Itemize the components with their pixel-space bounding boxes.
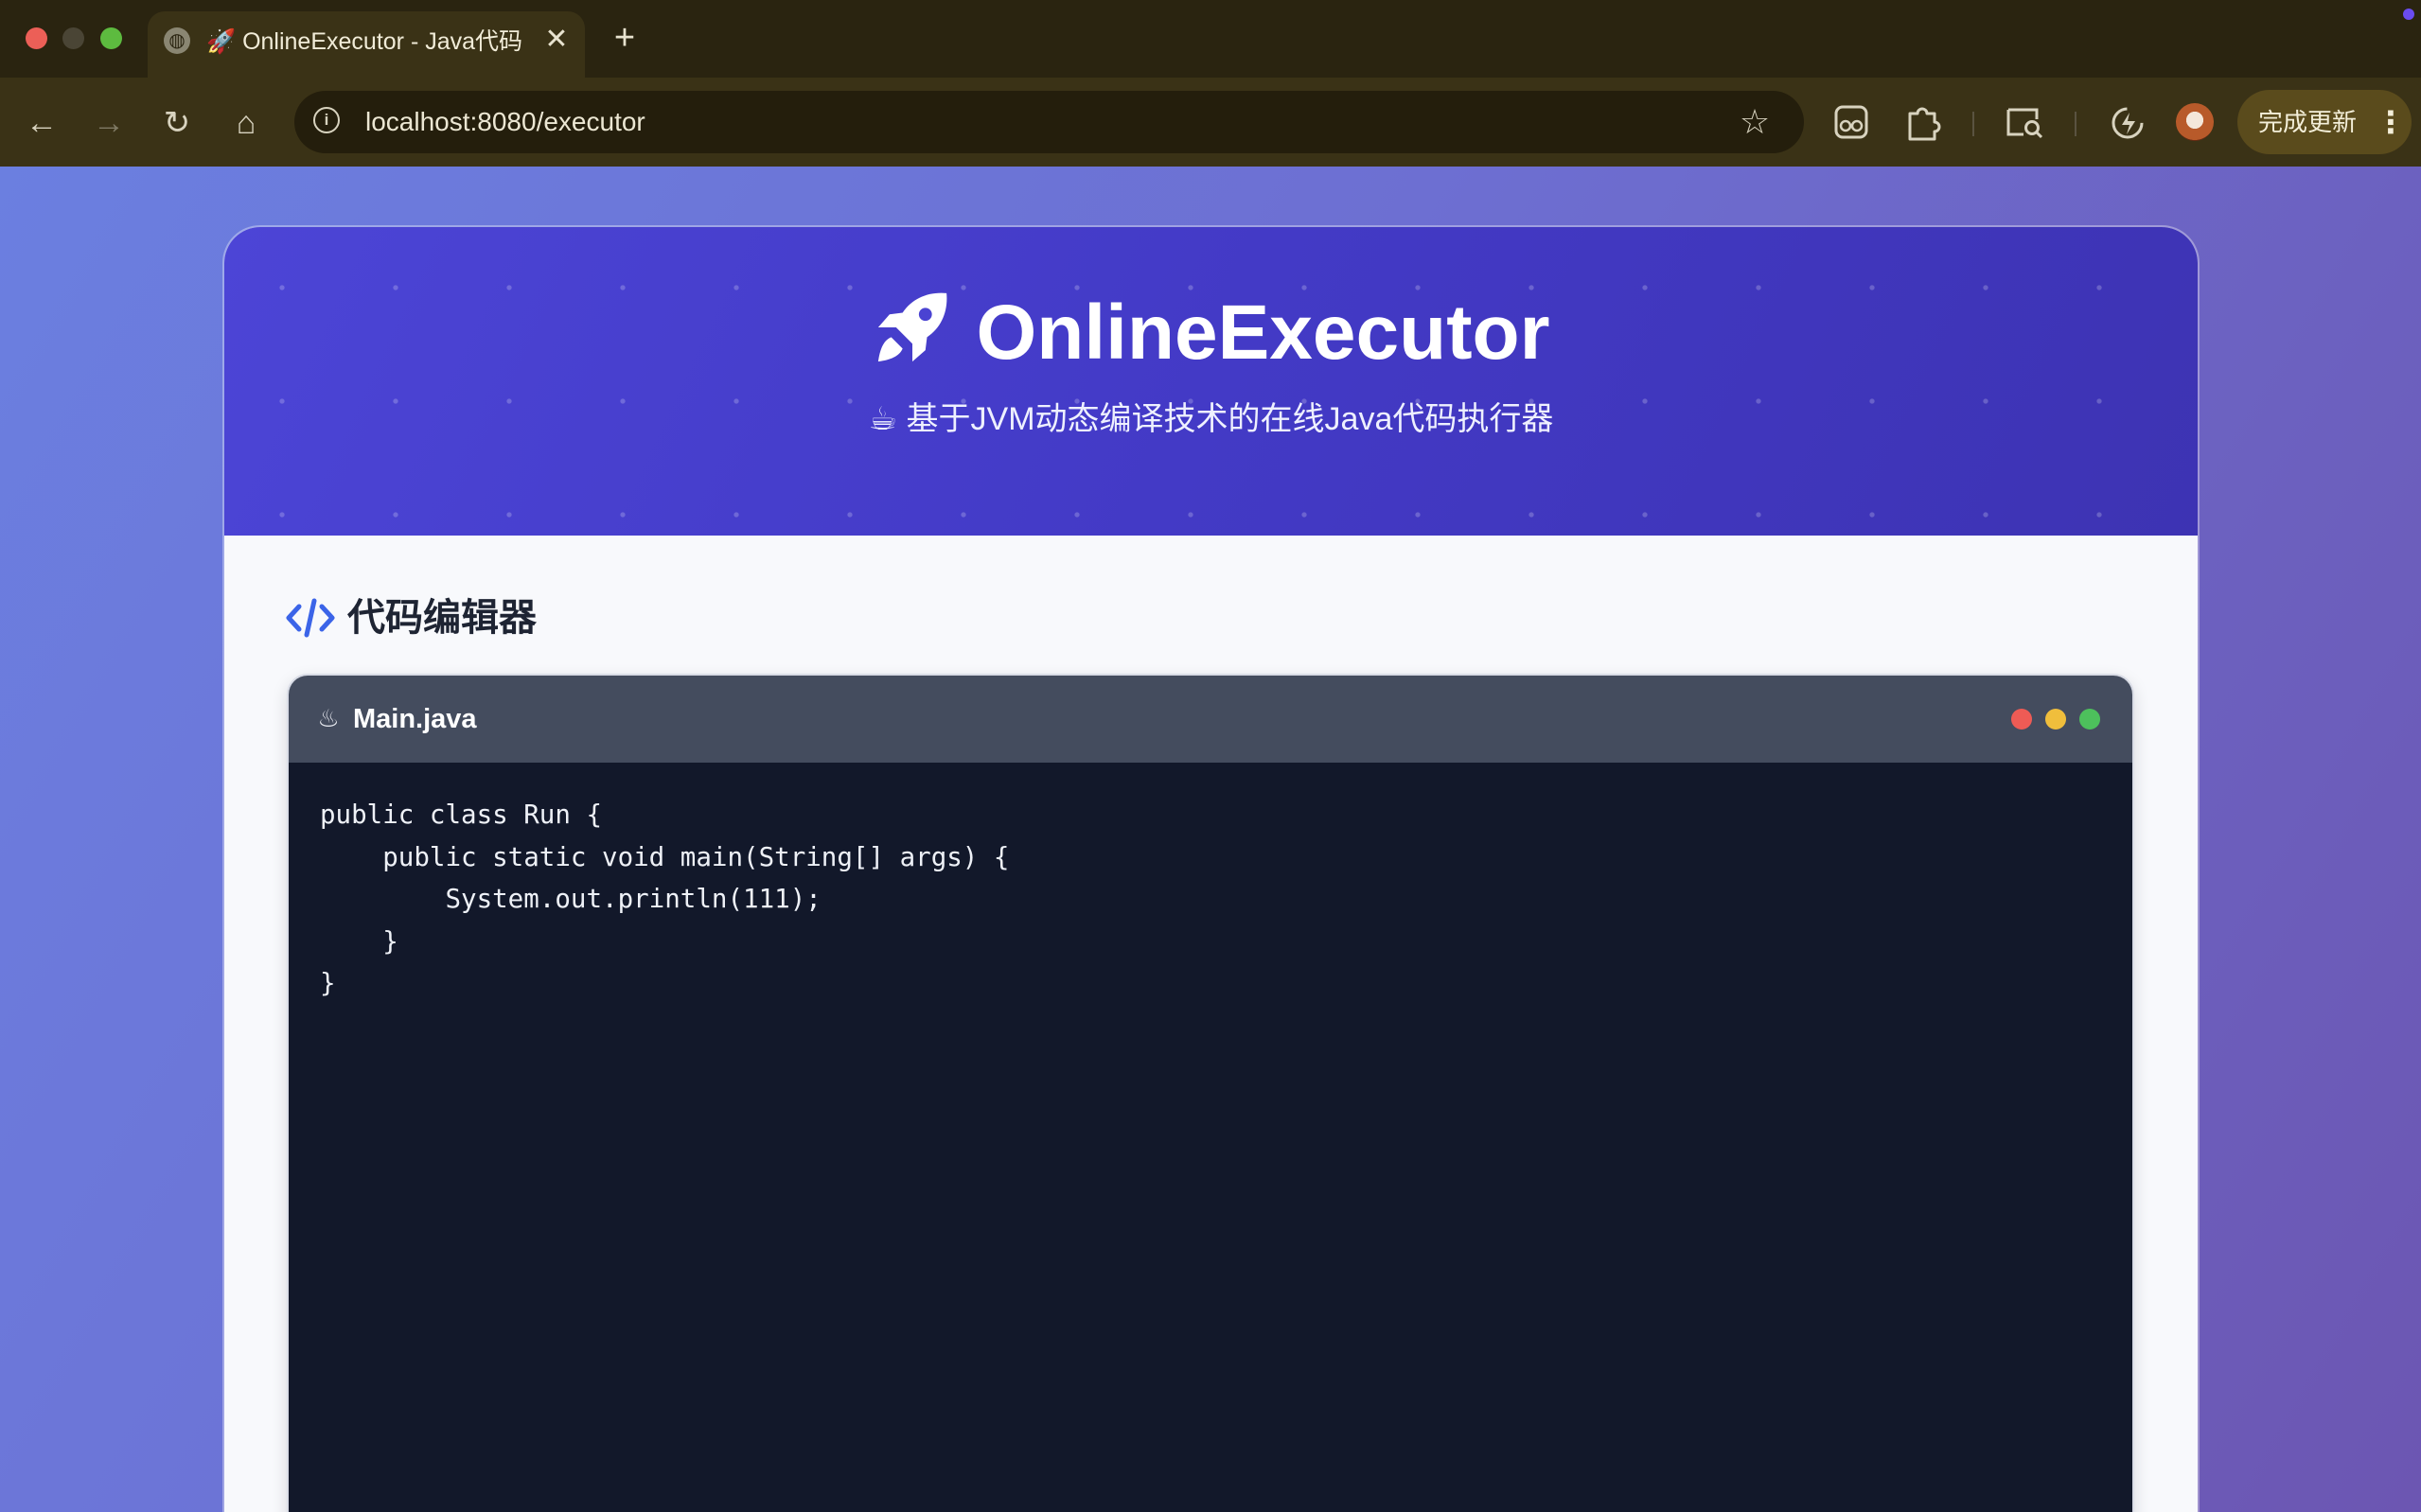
page-viewport: OnlineExecutor ☕ 基于JVM动态编译技术的在线Java代码执行器… [0, 167, 2421, 1512]
editor-red-dot [2011, 709, 2032, 730]
performance-icon[interactable] [2109, 104, 2147, 142]
hero-dot-pattern [224, 227, 2198, 536]
back-button[interactable]: ← [19, 100, 64, 146]
code-line: public static void main(String[] args) { [320, 841, 1010, 872]
code-editor: ♨ Main.java public class Run { public st… [289, 676, 2132, 1512]
code-textarea[interactable]: public class Run { public static void ma… [289, 763, 2132, 1512]
bookmark-star-icon[interactable]: ☆ [1734, 99, 1776, 145]
editor-titlebar: ♨ Main.java [289, 676, 2132, 763]
home-button[interactable]: ⌂ [223, 100, 269, 146]
new-tab-button[interactable]: + [606, 19, 644, 57]
tab-title: 🚀 OnlineExecutor - Java代码 [206, 28, 523, 55]
forward-button[interactable]: → [86, 100, 132, 146]
title-text: OnlineExecutor [976, 290, 1550, 376]
site-info-icon[interactable]: i [313, 107, 340, 133]
address-bar[interactable]: i localhost:8080/executor ☆ [294, 91, 1804, 153]
browser-titlebar: ◍ 🚀 OnlineExecutor - Java代码 ✕ + [0, 0, 2421, 78]
browser-toolbar: ← → ↻ ⌂ i localhost:8080/executor ☆ 完成更新… [0, 78, 2421, 167]
code-icon [286, 598, 335, 638]
code-content: public class Run { public static void ma… [320, 794, 1009, 1005]
browser-tab[interactable]: ◍ 🚀 OnlineExecutor - Java代码 ✕ [148, 11, 585, 78]
editor-green-dot [2079, 709, 2100, 730]
extension-indicator [2403, 9, 2414, 20]
code-line: System.out.println(111); [320, 884, 822, 914]
tab-close-icon[interactable]: ✕ [539, 23, 574, 57]
toolbar-separator [2075, 112, 2076, 136]
page-title: OnlineExecutor [224, 286, 2198, 380]
hero-header: OnlineExecutor ☕ 基于JVM动态编译技术的在线Java代码执行器 [224, 227, 2198, 536]
update-label: 完成更新 [2258, 108, 2358, 136]
window-close-button[interactable] [26, 27, 47, 49]
more-menu-icon[interactable]: ⋮ [2376, 104, 2406, 140]
editor-yellow-dot [2045, 709, 2066, 730]
window-minimize-button[interactable] [62, 27, 84, 49]
page-subtitle: ☕ 基于JVM动态编译技术的在线Java代码执行器 [868, 401, 1554, 437]
section-title: 代码编辑器 [347, 597, 537, 639]
profile-avatar[interactable] [2176, 103, 2214, 141]
globe-icon: ◍ [164, 27, 190, 54]
url-text[interactable]: localhost:8080/executor [365, 106, 645, 138]
java-file-icon: ♨ [317, 704, 340, 732]
update-button[interactable]: 完成更新 ⋮ [2237, 90, 2412, 154]
extension-eyes-icon[interactable] [1834, 103, 1868, 141]
extensions-puzzle-icon[interactable] [1904, 102, 1942, 142]
tab-search-icon[interactable] [2005, 106, 2044, 140]
reload-button[interactable]: ↻ [154, 100, 200, 146]
main-card: OnlineExecutor ☕ 基于JVM动态编译技术的在线Java代码执行器… [224, 227, 2198, 1512]
code-line: } [320, 925, 398, 957]
code-line: } [320, 968, 336, 998]
window-zoom-button[interactable] [100, 27, 122, 49]
file-name: Main.java [353, 704, 477, 734]
toolbar-separator [1972, 112, 1974, 136]
rocket-icon [878, 292, 947, 362]
code-line: public class Run { [320, 800, 603, 830]
